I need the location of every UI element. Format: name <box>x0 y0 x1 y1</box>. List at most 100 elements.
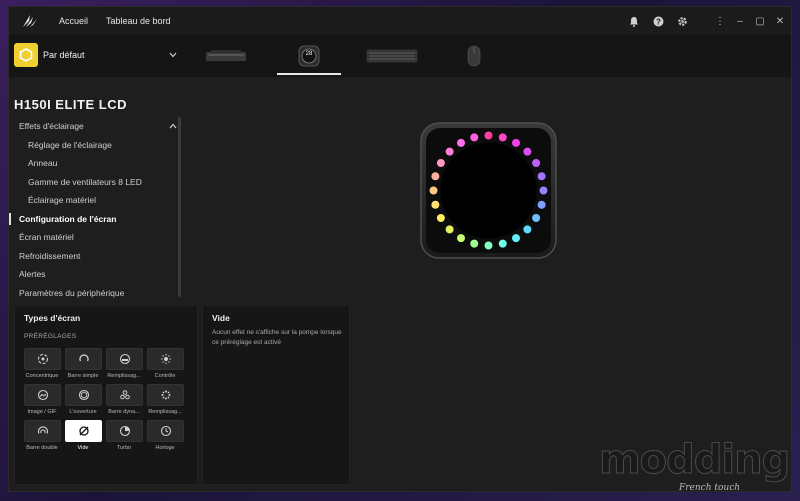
led-dot <box>523 147 532 156</box>
menu-screen-config[interactable]: Configuration de l'écran <box>9 210 181 229</box>
mouse-device[interactable] <box>464 41 484 71</box>
nav-dashboard[interactable]: Tableau de bord <box>106 16 171 26</box>
chevron-up-icon[interactable] <box>169 122 177 131</box>
screen-types-title: Types d'écran <box>24 313 81 323</box>
tile-label: L'ouverture <box>69 409 97 415</box>
menu-scrollbar[interactable] <box>178 117 181 297</box>
tile-double-bar[interactable] <box>24 420 61 442</box>
led-dot <box>523 225 532 234</box>
tile-label: Barre dyna... <box>108 409 140 415</box>
gear-icon[interactable] <box>675 14 689 28</box>
led-dot <box>431 172 440 181</box>
menu-fan-8-led[interactable]: Gamme de ventilateurs 8 LED <box>9 173 181 192</box>
led-dot <box>532 214 541 222</box>
preset-title: Vide <box>212 313 230 323</box>
menu-cooling[interactable]: Refroidissement <box>9 247 181 266</box>
led-dot <box>532 159 541 167</box>
menu-ring[interactable]: Anneau <box>9 154 181 173</box>
tile-label: Remplissag... <box>107 373 141 379</box>
empty-icon <box>78 426 89 436</box>
watermark-tagline: French touch <box>679 483 741 492</box>
close-button[interactable]: ✕ <box>775 16 785 27</box>
clock-icon <box>160 425 171 437</box>
image-icon <box>37 389 48 401</box>
led-dot <box>457 234 465 243</box>
settings-menu: Effets d'éclairage Réglage de l'éclairag… <box>9 117 181 302</box>
maximize-button[interactable]: ▢ <box>755 16 765 27</box>
menu-hardware-lighting[interactable]: Éclairage matériel <box>9 191 181 210</box>
tile-dynamic-bar[interactable] <box>106 384 143 406</box>
led-dot <box>431 200 440 209</box>
commander-device[interactable] <box>204 41 248 71</box>
concentric-icon <box>37 353 48 365</box>
tile-label: Remplissag... <box>148 409 182 415</box>
tile-clock[interactable] <box>147 420 184 442</box>
tile-fill[interactable] <box>106 348 143 370</box>
svg-text:?: ? <box>656 17 661 26</box>
tile-control[interactable] <box>147 348 184 370</box>
device-title: H150I ELITE LCD <box>14 97 127 112</box>
screen-types-panel: Types d'écran PRÉRÉGLAGES Concentrique B… <box>14 305 198 485</box>
pump-preview-graphic <box>420 122 557 259</box>
control-icon <box>160 354 171 364</box>
tile-label: Contrôle <box>154 373 176 379</box>
menu-lighting-setup[interactable]: Réglage de l'éclairage <box>9 136 181 155</box>
help-icon[interactable]: ? <box>651 14 665 28</box>
corsair-logo-icon <box>21 12 39 30</box>
tile-image-gif[interactable] <box>24 384 61 406</box>
nav-home[interactable]: Accueil <box>59 16 88 26</box>
pump-device[interactable]: 28 <box>277 41 341 75</box>
tile-concentric[interactable] <box>24 348 61 370</box>
menu-label: Effets d'éclairage <box>19 121 84 132</box>
presets-label: PRÉRÉGLAGES <box>24 333 77 340</box>
pump-preview <box>419 121 558 260</box>
profile-selector[interactable]: Par défaut <box>14 43 177 67</box>
menu-dots-icon[interactable]: ⋮ <box>715 16 725 27</box>
led-dot <box>445 147 454 156</box>
led-dot <box>512 234 520 243</box>
tile-label: Barre simple <box>67 373 99 379</box>
tile-empty[interactable] <box>65 420 102 442</box>
profile-badge-icon <box>14 43 38 67</box>
fill-icon <box>119 353 130 365</box>
pump-temp-label: 28 <box>305 51 313 57</box>
minimize-button[interactable]: – <box>735 16 745 27</box>
bell-icon[interactable] <box>627 14 641 28</box>
dynamic-bar-icon <box>119 390 130 400</box>
fill-dots-icon <box>161 390 170 400</box>
menu-device-settings[interactable]: Paramètres du périphérique <box>9 284 181 303</box>
tile-turbo[interactable] <box>106 420 143 442</box>
double-bar-icon <box>37 426 48 434</box>
led-dot <box>498 133 507 142</box>
led-dot <box>484 131 493 140</box>
menu-lighting-effects[interactable]: Effets d'éclairage <box>9 117 181 136</box>
led-dot <box>498 239 507 248</box>
led-dot <box>436 214 445 222</box>
led-dot <box>457 138 465 147</box>
led-dot <box>445 225 454 234</box>
led-dot <box>470 239 479 248</box>
menu-hardware-screen[interactable]: Écran matériel <box>9 228 181 247</box>
app-window: Accueil Tableau de bord ? ⋮ – ▢ ✕ Par dé… <box>8 6 792 492</box>
led-dot <box>539 186 548 195</box>
led-dot <box>537 172 546 181</box>
tile-label: Vide <box>77 445 89 451</box>
tile-label: Horloge <box>155 445 175 451</box>
menu-alerts[interactable]: Alertes <box>9 265 181 284</box>
led-dot <box>537 200 546 209</box>
tile-label: Barre double <box>26 445 58 451</box>
tile-label: Turbo <box>116 445 132 451</box>
tile-single-bar[interactable] <box>65 348 102 370</box>
watermark-logo: modding.fr <box>599 437 791 484</box>
profile-label: Par défaut <box>43 50 85 60</box>
single-bar-icon <box>78 354 89 362</box>
tile-fill-dots[interactable] <box>147 384 184 406</box>
top-icons: ? ⋮ – ▢ ✕ <box>627 7 785 35</box>
led-dot <box>429 186 438 195</box>
keyboard-device[interactable] <box>366 41 418 71</box>
led-dot <box>470 133 479 142</box>
aperture-icon <box>78 389 89 401</box>
tile-aperture[interactable] <box>65 384 102 406</box>
chevron-down-icon[interactable] <box>169 50 177 60</box>
title-bar: Accueil Tableau de bord ? ⋮ – ▢ ✕ <box>9 7 791 35</box>
